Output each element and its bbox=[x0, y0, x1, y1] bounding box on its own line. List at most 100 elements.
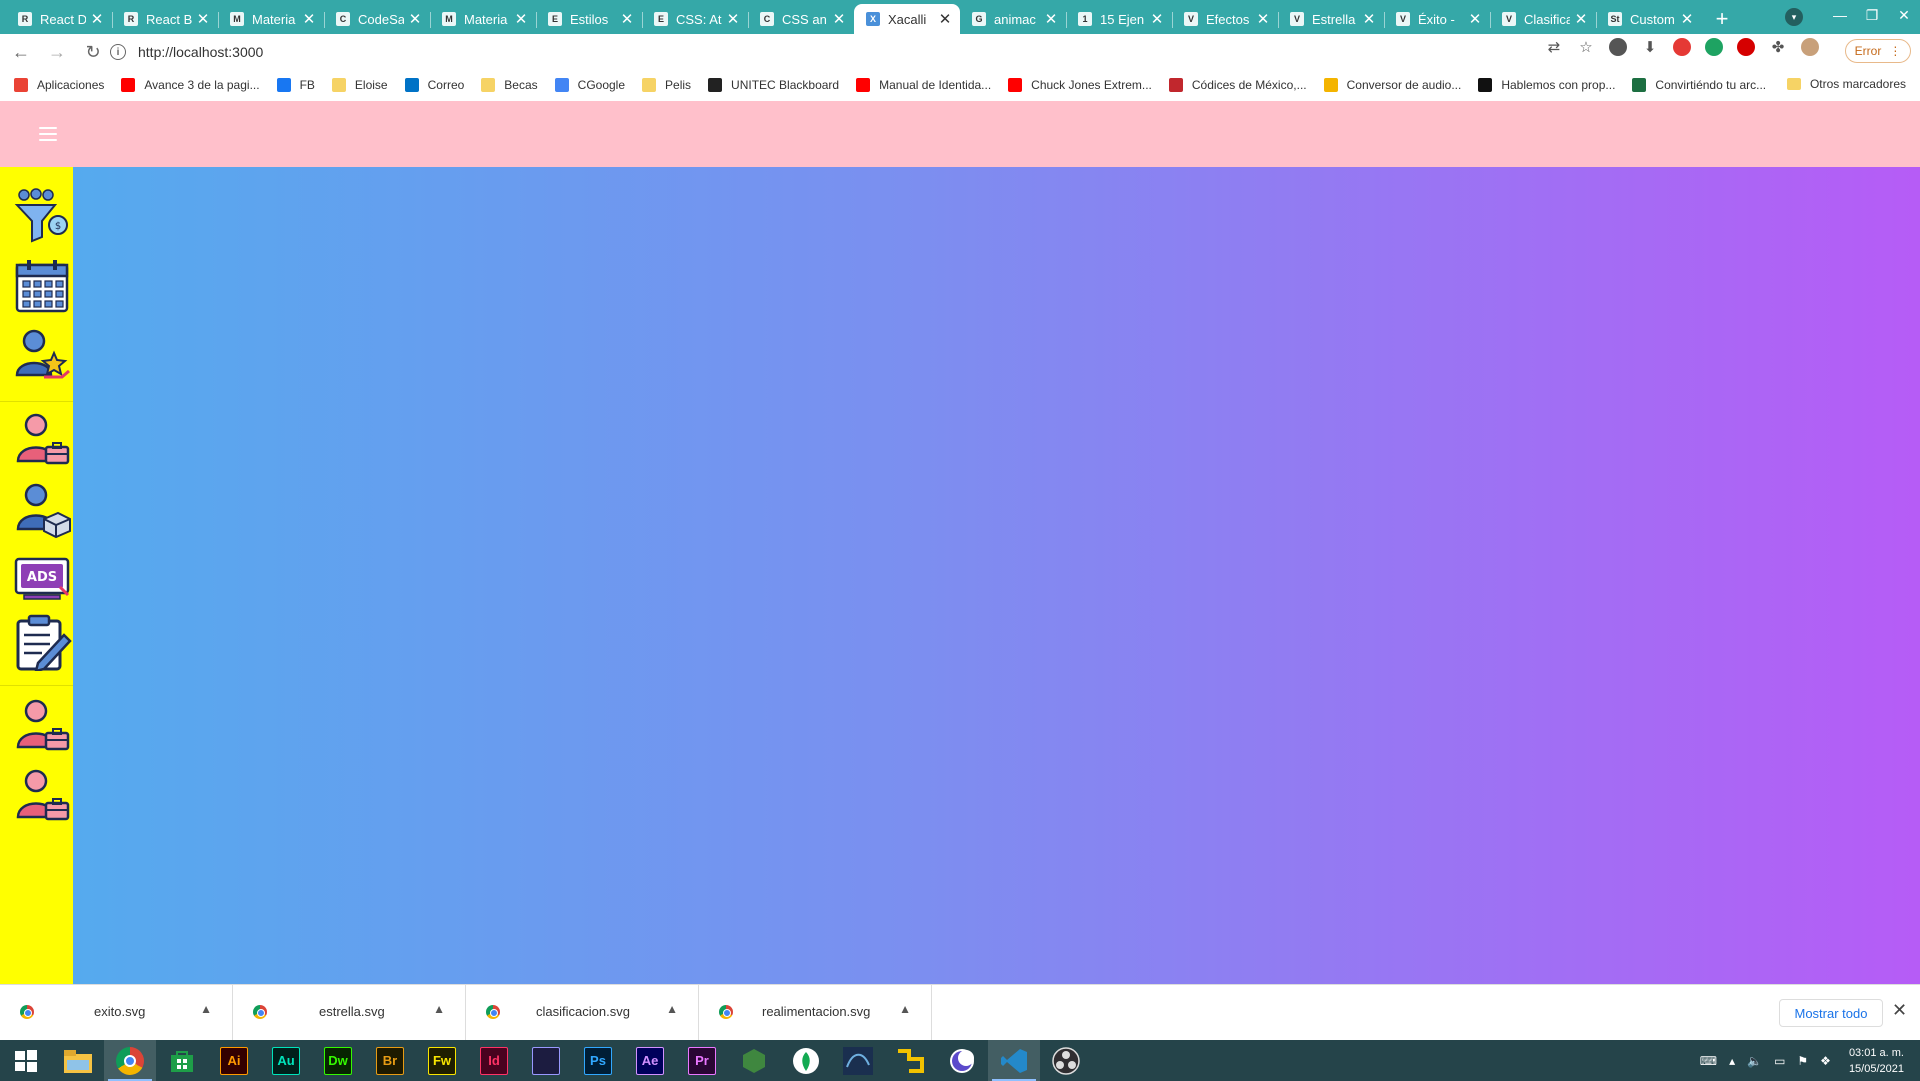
tab-close-icon[interactable]: ✕ bbox=[938, 10, 952, 28]
sidebar-item-calendar[interactable] bbox=[14, 257, 72, 315]
error-button[interactable]: Error ⋮ bbox=[1845, 39, 1911, 63]
tab-close-icon[interactable]: ✕ bbox=[514, 10, 528, 28]
forward-button[interactable]: → bbox=[42, 37, 72, 67]
taskbar-fireworks[interactable]: Fw bbox=[416, 1040, 468, 1081]
bookmark-item[interactable]: Hablemos con prop... bbox=[1478, 78, 1615, 92]
browser-tab[interactable]: X Xacalli ✕ bbox=[854, 4, 960, 34]
bookmark-item[interactable]: Avance 3 de la pagi... bbox=[121, 78, 260, 92]
opera-vpn-icon[interactable] bbox=[1737, 38, 1755, 56]
bookmark-item[interactable]: Correo bbox=[404, 78, 464, 92]
restore-button[interactable]: ❐ bbox=[1856, 7, 1888, 24]
keyboard-icon[interactable]: ⌨ bbox=[1700, 1054, 1717, 1068]
download-item[interactable]: clasificacion.svg ▲ bbox=[466, 984, 699, 1041]
back-button[interactable]: ← bbox=[6, 37, 36, 67]
bookmark-item[interactable]: Aplicaciones bbox=[14, 78, 104, 92]
browser-tab[interactable]: E Estilos ✕ bbox=[536, 4, 642, 34]
taskbar-audition[interactable]: Au bbox=[260, 1040, 312, 1081]
bookmark-item[interactable]: Convirtiéndo tu arc... bbox=[1632, 78, 1766, 92]
browser-tab[interactable]: V Estrella ✕ bbox=[1278, 4, 1384, 34]
sidebar-item-clipboard[interactable] bbox=[14, 613, 72, 673]
tab-close-icon[interactable]: ✕ bbox=[1362, 10, 1376, 28]
chevron-up-icon[interactable]: ▲ bbox=[899, 1002, 911, 1016]
browser-tab[interactable]: M Materia ✕ bbox=[218, 4, 324, 34]
tab-close-icon[interactable]: ✕ bbox=[1574, 10, 1588, 28]
browser-tab[interactable]: C CodeSa ✕ bbox=[324, 4, 430, 34]
sidebar-item-person-briefcase-3[interactable] bbox=[14, 767, 72, 825]
tab-close-icon[interactable]: ✕ bbox=[90, 10, 104, 28]
browser-tab[interactable]: V Efectos ✕ bbox=[1172, 4, 1278, 34]
tab-close-icon[interactable]: ✕ bbox=[1468, 10, 1482, 28]
translate-icon[interactable]: ⇄ bbox=[1545, 38, 1563, 56]
tab-close-icon[interactable]: ✕ bbox=[1044, 10, 1058, 28]
taskbar-mysql-workbench[interactable] bbox=[832, 1040, 884, 1081]
download-item[interactable]: realimentacion.svg ▲ bbox=[699, 984, 932, 1041]
chevron-up-icon[interactable]: ▲ bbox=[666, 1002, 678, 1016]
notification-flag-icon[interactable]: ⚑ bbox=[1797, 1054, 1808, 1068]
tab-close-icon[interactable]: ✕ bbox=[1150, 10, 1164, 28]
tab-close-icon[interactable]: ✕ bbox=[1680, 10, 1694, 28]
taskbar-file-explorer[interactable] bbox=[52, 1040, 104, 1081]
taskbar-windows-start[interactable] bbox=[0, 1040, 52, 1081]
browser-tab[interactable]: Ganimac ✕ bbox=[960, 4, 1066, 34]
reload-button[interactable]: ↻ bbox=[78, 37, 108, 67]
bookmark-item[interactable]: Chuck Jones Extrem... bbox=[1008, 78, 1152, 92]
taskbar-after-effects[interactable]: Ae bbox=[624, 1040, 676, 1081]
tray-expand-icon[interactable]: ▴ bbox=[1729, 1054, 1735, 1068]
sidebar-item-person-star[interactable] bbox=[14, 327, 72, 385]
bookmark-star-icon[interactable]: ☆ bbox=[1577, 38, 1595, 56]
sidebar-item-ads[interactable]: ADS bbox=[14, 551, 72, 609]
download-extension-icon[interactable]: ⬇ bbox=[1641, 38, 1659, 56]
volume-icon[interactable]: 🔈 bbox=[1747, 1054, 1762, 1068]
browser-tab[interactable]: V Clasifica ✕ bbox=[1490, 4, 1596, 34]
sidebar-item-person-boxes[interactable] bbox=[14, 481, 72, 539]
tab-close-icon[interactable]: ✕ bbox=[726, 10, 740, 28]
taskbar-node-js[interactable] bbox=[728, 1040, 780, 1081]
taskbar-premiere[interactable]: Pr bbox=[676, 1040, 728, 1081]
tab-close-icon[interactable]: ✕ bbox=[302, 10, 316, 28]
chevron-up-icon[interactable]: ▲ bbox=[433, 1002, 445, 1016]
chevron-up-icon[interactable]: ▲ bbox=[200, 1002, 212, 1016]
browser-tab[interactable]: E CSS: At ✕ bbox=[642, 4, 748, 34]
browser-tab[interactable]: C CSS an ✕ bbox=[748, 4, 854, 34]
clock[interactable]: 03:01 a. m. 15/05/2021 bbox=[1849, 1045, 1904, 1077]
extension-icon[interactable] bbox=[1609, 38, 1627, 56]
browser-tab[interactable]: V Éxito - ✕ bbox=[1384, 4, 1490, 34]
bookmark-item[interactable]: Becas bbox=[481, 78, 538, 92]
taskbar-chrome[interactable] bbox=[104, 1040, 156, 1081]
site-info-icon[interactable]: i bbox=[110, 44, 126, 60]
tab-search-icon[interactable]: ▾ bbox=[1785, 8, 1803, 26]
minimize-button[interactable]: — bbox=[1824, 7, 1856, 23]
taskbar-illustrator[interactable]: Ai bbox=[208, 1040, 260, 1081]
browser-tab[interactable]: R React B ✕ bbox=[112, 4, 218, 34]
taskbar-dreamweaver[interactable]: Dw bbox=[312, 1040, 364, 1081]
bookmark-item[interactable]: Eloise bbox=[331, 78, 388, 92]
bookmark-item[interactable]: CGoogle bbox=[554, 78, 625, 92]
hamburger-icon[interactable] bbox=[39, 127, 57, 141]
tab-close-icon[interactable]: ✕ bbox=[408, 10, 422, 28]
tab-close-icon[interactable]: ✕ bbox=[196, 10, 210, 28]
download-item[interactable]: estrella.svg ▲ bbox=[233, 984, 466, 1041]
download-item[interactable]: exito.svg ▲ bbox=[0, 984, 233, 1041]
taskbar-bridge[interactable]: Br bbox=[364, 1040, 416, 1081]
taskbar-git-tool[interactable] bbox=[884, 1040, 936, 1081]
address-bar[interactable]: i http://localhost:3000 bbox=[110, 38, 1580, 66]
tab-close-icon[interactable]: ✕ bbox=[620, 10, 634, 28]
sidebar-item-funnel[interactable]: $ bbox=[14, 187, 72, 245]
taskbar-photoshop[interactable]: Ps bbox=[572, 1040, 624, 1081]
network-icon[interactable]: ▭ bbox=[1774, 1054, 1785, 1068]
grammarly-icon[interactable] bbox=[1705, 38, 1723, 56]
show-all-downloads-button[interactable]: Mostrar todo bbox=[1779, 999, 1883, 1027]
other-bookmarks[interactable]: Otros marcadores bbox=[1786, 77, 1906, 91]
taskbar-store[interactable] bbox=[156, 1040, 208, 1081]
profile-avatar[interactable] bbox=[1801, 38, 1819, 56]
tab-close-icon[interactable]: ✕ bbox=[1256, 10, 1270, 28]
bookmark-item[interactable]: Códices de México,... bbox=[1168, 78, 1307, 92]
taskbar-vs-code[interactable] bbox=[988, 1040, 1040, 1081]
taskbar-indesign[interactable]: Id bbox=[468, 1040, 520, 1081]
new-tab-button[interactable]: + bbox=[1708, 4, 1736, 34]
dropbox-icon[interactable]: ❖ bbox=[1820, 1054, 1831, 1068]
bookmark-item[interactable]: UNITEC Blackboard bbox=[708, 78, 839, 92]
sidebar-item-person-briefcase-2[interactable] bbox=[14, 697, 72, 755]
adblock-icon[interactable] bbox=[1673, 38, 1691, 56]
close-downloads-icon[interactable]: ✕ bbox=[1892, 1000, 1907, 1021]
